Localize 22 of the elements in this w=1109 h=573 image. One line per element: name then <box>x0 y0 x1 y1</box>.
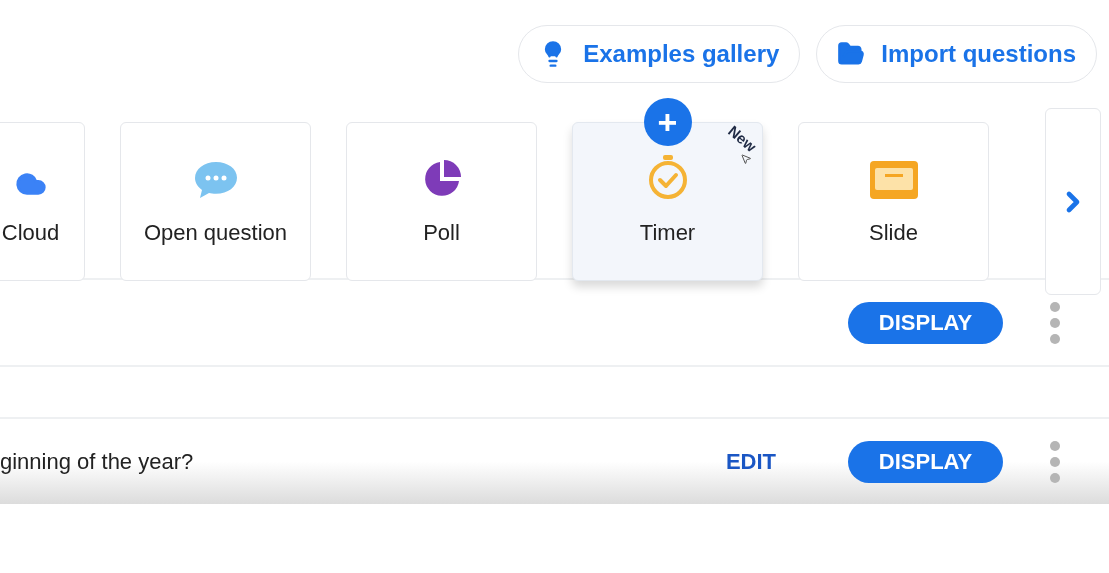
card-label: Slide <box>869 219 918 247</box>
question-type-card[interactable]: Cloud <box>0 122 85 281</box>
cursor-icon <box>740 153 752 165</box>
examples-gallery-button[interactable]: Examples gallery <box>518 25 801 83</box>
more-options-icon[interactable] <box>1049 300 1061 345</box>
card-label: Cloud <box>1 219 60 247</box>
add-button[interactable]: + <box>643 98 692 146</box>
display-button[interactable]: DISPLAY <box>848 440 1003 483</box>
display-button[interactable]: DISPLAY <box>848 301 1003 344</box>
next-button[interactable] <box>1045 108 1101 295</box>
question-type-card[interactable]: Open question <box>120 122 311 281</box>
question-text: ginning of the year? <box>0 448 194 476</box>
card-label: Poll <box>423 219 460 247</box>
edit-button[interactable]: EDIT <box>725 445 776 478</box>
card-label: Timer <box>639 219 696 247</box>
slide-icon <box>868 160 919 200</box>
more-options-icon[interactable] <box>1049 439 1061 484</box>
question-type-card[interactable]: Slide <box>798 122 989 281</box>
card-label: Open question <box>143 219 288 247</box>
question-type-card[interactable]: Poll <box>346 122 537 281</box>
import-questions-button[interactable]: Import questions <box>816 25 1097 83</box>
speech-bubble-icon <box>192 160 239 200</box>
